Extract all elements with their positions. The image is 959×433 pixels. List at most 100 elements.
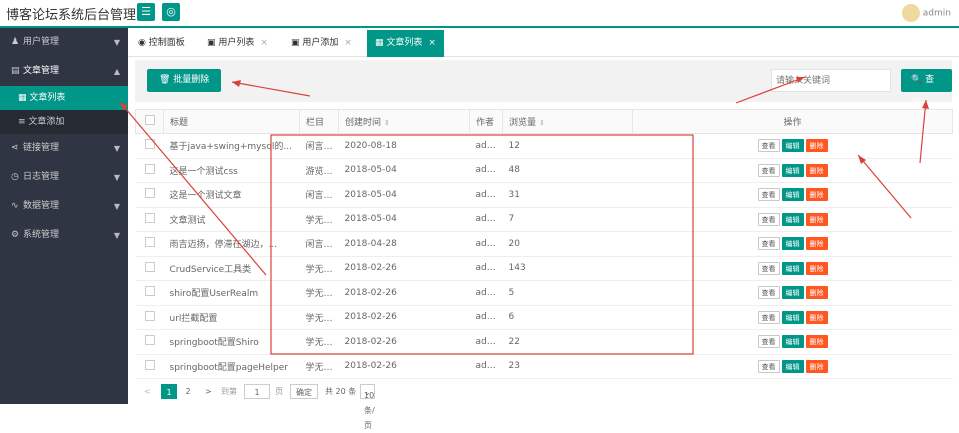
cell-views: 31 [502,182,633,208]
view-button[interactable]: 查看 [757,261,780,275]
page-input[interactable]: 1 [244,384,270,399]
tab-article-list[interactable]: ▦ 文章列表 × [367,30,444,57]
user-menu[interactable]: admin [901,4,951,22]
table-row[interactable]: 文章测试 学无止境 2018-05-04 admin 7 查看 编辑 删除 [135,207,953,232]
prev-page-icon[interactable]: < [144,384,151,399]
col-actions: 操作 [632,109,953,134]
view-button[interactable]: 查看 [757,163,780,177]
edit-button[interactable]: 编辑 [781,163,804,177]
col-author: 作者 [469,109,503,134]
view-button[interactable]: 查看 [757,212,780,226]
close-icon[interactable]: × [428,38,436,48]
sidebar-group-data[interactable]: ∿ 数据管理 ▼ [0,192,128,221]
tab-user-add[interactable]: ▣ 用户添加 × [283,30,360,57]
cell-views: 143 [502,256,633,281]
edit-button[interactable]: 编辑 [781,310,804,324]
view-button[interactable]: 查看 [757,188,780,202]
edit-button[interactable]: 编辑 [781,286,804,300]
row-checkbox[interactable] [135,158,164,183]
table-row[interactable]: CrudService工具类 学无止境 2018-02-26 admin 143 查看 编辑… [135,256,953,281]
sidebar-group-articles[interactable]: ▤ 文章管理 ▲ [0,57,128,86]
view-button[interactable]: 查看 [757,237,780,251]
page-1-button[interactable]: 1 [161,384,177,399]
next-page-icon[interactable]: > [205,384,212,399]
view-button[interactable]: 查看 [757,359,780,373]
tab-label: 用户列表 [218,38,255,48]
confirm-page-button[interactable]: 确定 [290,384,318,399]
tab-dashboard[interactable]: ◉ 控制面板 [130,30,193,57]
row-checkbox[interactable] [135,280,164,306]
delete-button[interactable]: 删除 [805,163,828,177]
cell-actions: 查看 编辑 删除 [632,305,953,330]
delete-button[interactable]: 删除 [805,286,828,300]
edit-button[interactable]: 编辑 [781,212,804,226]
delete-button[interactable]: 删除 [805,237,828,251]
table-row[interactable]: springboot配置Shiro 学无止境 2018-02-26 admin 22 查看… [135,329,953,355]
sidebar-group-users[interactable]: ♟ 用户管理 ▼ [0,28,128,57]
col-created[interactable]: 创建时间 ⇕ [338,109,470,134]
table-row[interactable]: 这是一个测试css 游览文字 2018-05-04 admin 48 查看 编辑 删除 [135,158,953,183]
table-row[interactable]: 雨吉迈扬，停滞在湖边，... 闲言碎语 2018-04-28 admin 20 查看 编辑删… [135,231,953,257]
sort-icon[interactable]: ⇕ [539,119,545,127]
col-title: 标题 [163,109,300,134]
table-row[interactable]: url拦截配置 学无止境 2018-02-26 admin 6 查看 编辑 删除 [135,305,953,330]
settings-icon: ⚙ [11,230,20,240]
edit-button[interactable]: 编辑 [781,261,804,275]
row-checkbox[interactable] [135,354,164,379]
batch-delete-button[interactable]: 🗑 批量删除 [147,69,222,92]
menu-toggle-icon[interactable]: ☰ [137,3,155,21]
sort-icon[interactable]: ⇕ [384,119,390,127]
doc-icon: ▣ [291,38,303,48]
sidebar-item-article-list[interactable]: ▦ 文章列表 [0,86,128,110]
tab-user-list[interactable]: ▣ 用户列表 × [199,30,276,57]
row-checkbox[interactable] [135,256,164,281]
tab-label: 用户添加 [302,38,339,48]
delete-button[interactable]: 删除 [805,188,828,202]
delete-button[interactable]: 删除 [805,359,828,373]
close-icon[interactable]: × [344,38,352,48]
view-button[interactable]: 查看 [757,335,780,349]
per-page-select[interactable]: 10 条/页 ⌄ [360,384,375,430]
table-icon: ▦ [375,38,387,48]
delete-button[interactable]: 删除 [805,310,828,324]
cell-title: shiro配置UserRealm [163,280,300,306]
delete-button[interactable]: 删除 [805,212,828,226]
edit-button[interactable]: 编辑 [781,237,804,251]
row-checkbox[interactable] [135,133,164,159]
row-checkbox[interactable] [135,182,164,208]
edit-button[interactable]: 编辑 [781,335,804,349]
row-checkbox[interactable] [135,207,164,232]
sidebar-group-logs[interactable]: ◷ 日志管理 ▼ [0,163,128,192]
delete-button[interactable]: 删除 [805,261,828,275]
table-row[interactable]: 这是一个测试文章 闲言碎语 2018-05-04 admin 31 查看 编辑 删除 [135,182,953,208]
button-label: 批量删除 [173,75,210,85]
sidebar-group-links[interactable]: ⋖ 链接管理 ▼ [0,134,128,163]
row-checkbox[interactable] [135,329,164,355]
search-input[interactable] [771,69,891,92]
search-button[interactable]: 🔍 查询 [901,69,952,108]
log-icon: ◷ [11,172,19,182]
table-row[interactable]: shiro配置UserRealm 学无止境 2018-02-26 admin 5 查看 编辑… [135,280,953,306]
edit-button[interactable]: 编辑 [781,359,804,373]
view-button[interactable]: 查看 [757,139,780,153]
select-all-checkbox[interactable] [135,109,164,134]
delete-button[interactable]: 删除 [805,335,828,349]
sidebar-item-article-add[interactable]: ≡ 文章添加 [0,110,128,134]
edit-button[interactable]: 编辑 [781,139,804,153]
page-2-button[interactable]: 2 [180,384,196,399]
row-checkbox[interactable] [135,305,164,330]
globe-icon[interactable]: ◎ [162,3,180,21]
cell-views: 22 [502,329,633,355]
view-button[interactable]: 查看 [757,286,780,300]
table-row[interactable]: 基于java+swing+mysql的... 闲言碎语 2020-08-18 admi… [135,133,953,159]
cell-title: 这是一个测试css [163,158,300,183]
edit-button[interactable]: 编辑 [781,188,804,202]
close-icon[interactable]: × [260,38,268,48]
table-row[interactable]: springboot配置pageHelper 学无止境 2018-02-26 admi… [135,354,953,379]
view-button[interactable]: 查看 [757,310,780,324]
delete-button[interactable]: 删除 [805,139,828,153]
col-views[interactable]: 浏览量 ⇕ [502,109,633,134]
row-checkbox[interactable] [135,231,164,257]
sidebar-group-label: 数据管理 [23,201,60,211]
sidebar-group-system[interactable]: ⚙ 系统管理 ▼ [0,221,128,250]
